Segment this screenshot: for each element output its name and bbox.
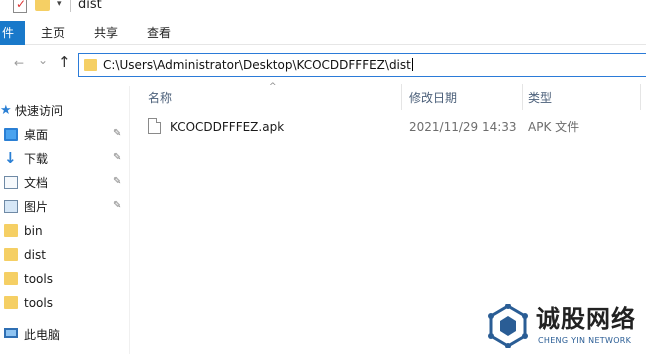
pin-icon[interactable]: ✎: [113, 128, 121, 140]
sidebar-item-pictures[interactable]: 图片 ✎: [0, 196, 130, 218]
watermark-text: 诚股网络: [536, 305, 636, 333]
column-divider[interactable]: [522, 84, 523, 110]
sidebar-item-documents[interactable]: 文档 ✎: [0, 172, 130, 194]
desktop-icon: [4, 128, 18, 141]
pin-icon[interactable]: ✎: [113, 152, 121, 164]
navigation-pane: ★ 快速访问 桌面 ✎ ↓ 下载 ✎ 文档 ✎ 图片 ✎ bin dist to…: [0, 86, 130, 354]
back-arrow-icon[interactable]: ←: [14, 56, 24, 70]
tab-file[interactable]: 件: [0, 21, 25, 45]
sidebar-item-label: bin: [24, 224, 43, 238]
pin-icon[interactable]: ✎: [113, 176, 121, 188]
sidebar-item-dist[interactable]: dist: [0, 244, 130, 266]
column-divider[interactable]: [640, 84, 641, 110]
title-bar: ✓ ▾ dist: [0, 0, 646, 18]
column-header-type[interactable]: 类型: [528, 90, 552, 106]
folder-icon: [84, 59, 97, 71]
sidebar-item-bin[interactable]: bin: [0, 220, 130, 242]
sidebar-item-label: 下载: [24, 152, 49, 166]
column-header-date[interactable]: 修改日期: [409, 90, 457, 106]
sidebar-item-downloads[interactable]: ↓ 下载 ✎: [0, 148, 130, 170]
network-logo-icon: [488, 304, 528, 348]
sidebar-item-label: 文档: [24, 176, 49, 190]
window-title: dist: [78, 0, 102, 12]
tab-share[interactable]: 共享: [94, 21, 118, 45]
folder-icon: [4, 224, 18, 237]
properties-checkbox-icon[interactable]: ✓: [13, 0, 27, 13]
address-input[interactable]: C:\Users\Administrator\Desktop\KCOCDDFFF…: [103, 57, 413, 73]
download-icon: ↓: [4, 149, 17, 167]
watermark: 诚股网络 CHENG YIN NETWORK: [484, 302, 646, 354]
sidebar-item-label: 图片: [24, 200, 49, 214]
star-icon: ★: [0, 103, 12, 118]
folder-icon: [4, 248, 18, 261]
file-name: KCOCDDFFFEZ.apk: [170, 120, 285, 134]
table-row[interactable]: KCOCDDFFFEZ.apk 2021/11/29 14:33 APK 文件: [131, 116, 646, 138]
column-divider[interactable]: [401, 84, 402, 110]
computer-icon: [4, 328, 18, 338]
sidebar-item-label: 桌面: [24, 128, 49, 142]
tab-home[interactable]: 主页: [41, 21, 65, 45]
file-type: APK 文件: [528, 120, 580, 134]
sidebar-item-this-pc[interactable]: 此电脑: [0, 324, 130, 346]
sidebar-item-label: 快速访问: [15, 104, 64, 118]
sort-ascending-icon: ^: [269, 82, 277, 92]
sidebar-item-label: tools: [24, 296, 53, 310]
sidebar-item-label: tools: [24, 272, 53, 286]
sidebar-item-quick-access[interactable]: ★ 快速访问: [0, 100, 130, 122]
quick-access-dropdown-icon[interactable]: ▾: [57, 0, 62, 9]
file-date: 2021/11/29 14:33: [409, 120, 517, 134]
sidebar-item-label: 此电脑: [24, 328, 61, 342]
watermark-subtext: CHENG YIN NETWORK: [538, 336, 632, 345]
sidebar-item-tools[interactable]: tools: [0, 268, 130, 290]
document-icon: [4, 176, 18, 189]
folder-icon[interactable]: [35, 0, 50, 11]
pictures-icon: [4, 200, 18, 213]
sidebar-item-label: dist: [24, 248, 46, 262]
navigation-bar: ← ⌄ ↑ C:\Users\Administrator\Desktop\KCO…: [0, 46, 646, 82]
recent-locations-chevron-icon[interactable]: ⌄: [38, 53, 48, 67]
file-icon: [148, 118, 161, 134]
up-arrow-icon[interactable]: ↑: [58, 54, 71, 70]
sidebar-item-desktop[interactable]: 桌面 ✎: [0, 124, 130, 146]
text-caret: [411, 58, 413, 71]
toolbar-separator: [70, 0, 71, 12]
address-bar[interactable]: C:\Users\Administrator\Desktop\KCOCDDFFF…: [78, 53, 646, 77]
folder-icon: [4, 296, 18, 309]
folder-icon: [4, 272, 18, 285]
sidebar-item-tools-2[interactable]: tools: [0, 292, 130, 314]
pin-icon[interactable]: ✎: [113, 200, 121, 212]
tab-view[interactable]: 查看: [147, 21, 171, 45]
column-header-name[interactable]: 名称: [148, 90, 172, 106]
ribbon-tabs: 件 主页 共享 查看: [0, 19, 646, 45]
